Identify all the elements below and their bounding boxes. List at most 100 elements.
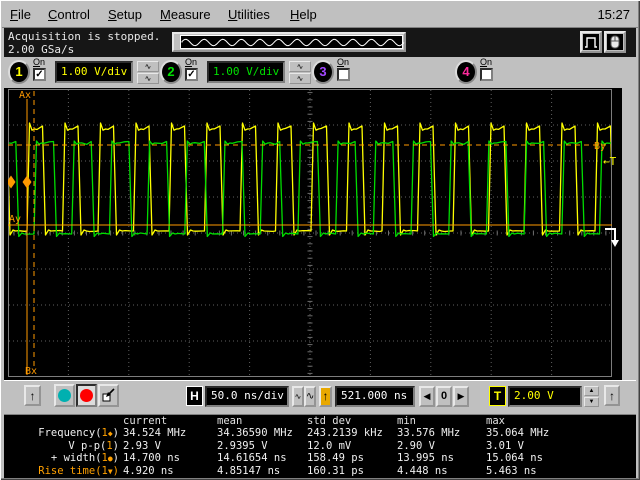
acquisition-preview-bar[interactable] — [172, 32, 406, 52]
channel-4-on-label: On — [480, 57, 493, 67]
vpp-max: 3.01 V — [486, 439, 524, 452]
channel-1-trace — [9, 122, 611, 236]
channel-2-scale-up-button[interactable]: ∿ — [289, 61, 311, 72]
menu-file[interactable]: File — [10, 7, 31, 22]
menu-setup[interactable]: Setup — [108, 7, 142, 22]
channel-2-button[interactable]: 2 — [160, 60, 182, 84]
timebase-scale-up-button[interactable]: ∿ — [292, 386, 304, 407]
menu-utilities[interactable]: Utilities — [228, 7, 270, 22]
cursor-ay-label: Ay — [9, 214, 21, 225]
channel-1-button[interactable]: 1 — [8, 60, 30, 84]
menu-measure[interactable]: Measure — [160, 7, 211, 22]
measurements-panel: current mean std dev min max Frequency(1… — [4, 414, 636, 478]
vpp-current: 2.93 V — [123, 439, 161, 452]
pulse-mode-button[interactable] — [580, 31, 602, 53]
channel-2-on-label: On — [185, 57, 198, 67]
pan-left-button[interactable]: ◀ — [419, 386, 435, 407]
channel-2-on-control: On ✓ — [185, 57, 207, 81]
channel-1-scale-field[interactable]: 1.00 V/div — [55, 61, 133, 83]
run-button[interactable] — [54, 384, 75, 407]
channel-1-scale-up-button[interactable]: ∿ — [137, 61, 159, 72]
pluswidth-stddev: 158.49 ps — [307, 452, 364, 465]
frequency-max: 35.064 MHz — [486, 427, 550, 440]
channel-4-on-control: On — [480, 57, 502, 81]
cursor-by-label: By — [594, 141, 606, 152]
clock: 15:27 — [597, 7, 630, 22]
time-reference-arrowhead-icon — [611, 240, 619, 247]
cursor-ax-label: Ax — [19, 90, 31, 101]
trigger-icon: T — [489, 386, 506, 406]
status-bar: Acquisition is stopped. 2.00 GSa/s — [4, 28, 636, 57]
pan-right-button[interactable]: ▶ — [453, 386, 469, 407]
stop-button[interactable] — [76, 384, 97, 407]
trigger-level-down-button[interactable]: ▼ — [584, 397, 599, 407]
risetime-max: 5.463 ns — [486, 464, 537, 477]
waveform-traces — [9, 122, 611, 238]
channel-3-on-checkbox[interactable] — [337, 68, 350, 81]
measurement-label-vpp: V p-p(1) — [68, 439, 119, 452]
stop-icon — [80, 389, 93, 402]
square-pulse-icon — [583, 34, 599, 50]
channel-4-on-checkbox[interactable] — [480, 68, 493, 81]
cursor-bx-label: Bx — [25, 366, 37, 377]
vpp-min: 2.90 V — [397, 439, 435, 452]
frequency-mean: 34.36590 MHz — [217, 427, 293, 440]
run-icon — [58, 389, 71, 402]
menu-bar: File Control Setup Measure Utilities Hel… — [2, 2, 638, 28]
plot-svg[interactable]: Ax Ay Bx By ←T — [8, 89, 624, 379]
channel-1-on-label: On — [33, 57, 46, 67]
risetime-mean: 4.85147 ns — [217, 464, 281, 477]
mouse-settings-button[interactable] — [604, 31, 626, 53]
col-header-stddev: std dev — [307, 415, 352, 427]
menu-control[interactable]: Control — [48, 7, 90, 22]
col-header-max: max — [486, 415, 505, 427]
measurement-label-frequency: Frequency(1◆) — [38, 427, 119, 440]
frequency-current: 34.524 MHz — [123, 427, 187, 440]
preview-sine-icon — [181, 38, 405, 47]
pluswidth-min: 13.995 ns — [397, 452, 454, 465]
vpp-mean: 2.9395 V — [217, 439, 268, 452]
risetime-min: 4.448 ns — [397, 464, 448, 477]
horizontal-icon: H — [186, 386, 203, 406]
trigger-level-up-button[interactable]: ▲ — [584, 386, 599, 396]
trigger-level-spinner: ▲ ▼ — [584, 386, 599, 407]
col-header-current: current — [123, 415, 168, 427]
acquisition-status: Acquisition is stopped. — [8, 30, 161, 43]
risetime-stddev: 160.31 ps — [307, 464, 364, 477]
center-zero-button[interactable]: 0 — [436, 386, 452, 407]
channel-1-on-control: On ✓ — [33, 57, 55, 81]
sample-rate: 2.00 GSa/s — [8, 43, 75, 56]
timebase-scale-down-button[interactable]: ∿ — [304, 386, 316, 407]
timebase-scale-field[interactable]: 50.0 ns/div — [205, 386, 289, 407]
frequency-stddev: 243.2139 kHz — [307, 427, 383, 440]
channel-2-scale-down-button[interactable]: ∿ — [289, 73, 311, 84]
preview-waveform — [180, 35, 405, 49]
channel-2-on-checkbox[interactable]: ✓ — [185, 68, 198, 81]
trigger-position-indicator[interactable]: ↑ — [319, 386, 332, 407]
channel-1-scale-spinner: ∿ ∿ — [137, 61, 159, 84]
waveform-display-area: Ax Ay Bx By ←T — [4, 88, 622, 380]
measurement-label-pluswidth: + width(1●) — [50, 452, 119, 465]
timebase-position-field[interactable]: 521.000 ns — [335, 386, 415, 407]
channel-1-on-checkbox[interactable]: ✓ — [33, 68, 46, 81]
pan-up-right-button[interactable]: ↑ — [604, 385, 620, 406]
menu-help[interactable]: Help — [290, 7, 317, 22]
oscilloscope-app-window: File Control Setup Measure Utilities Hel… — [0, 0, 640, 480]
pointer-tool-button[interactable] — [98, 384, 119, 407]
trigger-level-field[interactable]: 2.00 V — [508, 386, 582, 407]
channel-2-scale-field[interactable]: 1.00 V/div — [207, 61, 285, 83]
channel-1-scale-down-button[interactable]: ∿ — [137, 73, 159, 84]
marker-b-handle[interactable] — [22, 175, 32, 189]
trigger-level-marker[interactable]: ←T — [603, 155, 617, 168]
risetime-current: 4.920 ns — [123, 464, 174, 477]
channel-3-on-control: On — [337, 57, 359, 81]
pointer-tool-icon — [102, 387, 115, 401]
channel-3-on-label: On — [337, 57, 350, 67]
channel-4-button[interactable]: 4 — [455, 60, 477, 84]
pan-up-left-button[interactable]: ↑ — [24, 385, 41, 406]
channel-3-button[interactable]: 3 — [312, 60, 334, 84]
col-header-mean: mean — [217, 415, 243, 427]
pluswidth-mean: 14.61654 ns — [217, 452, 287, 465]
mouse-icon — [607, 34, 623, 50]
channel-2-scale-spinner: ∿ ∿ — [289, 61, 311, 84]
